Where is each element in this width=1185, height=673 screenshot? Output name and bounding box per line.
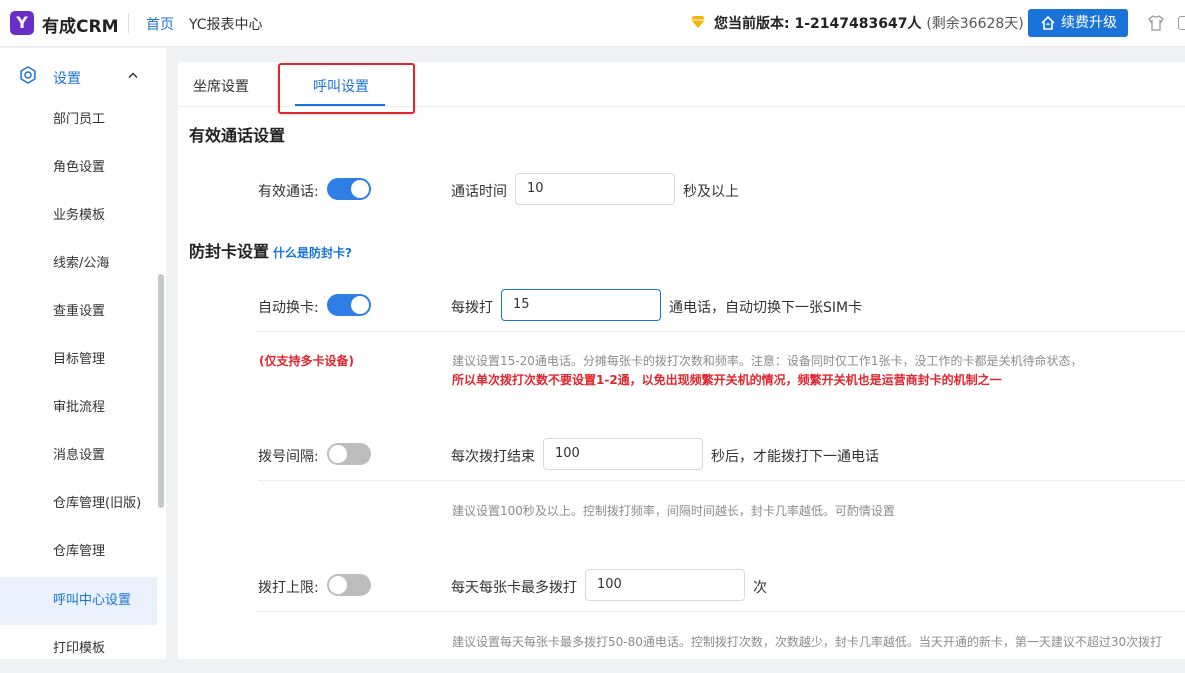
auto-switch-hint: 建议设置15-20通电话。分摊每张卡的拨打次数和频率。注意：设备同时仅工作1张卡… bbox=[452, 354, 1083, 368]
top-bar: Y 有成CRM 首页 YC报表中心 您当前版本: 1-2147483647人 (… bbox=[0, 0, 1185, 47]
anti-block-section-title: 防封卡设置 什么是防封卡? bbox=[189, 238, 352, 262]
toggle-knob bbox=[351, 180, 369, 198]
version-label: 您当前版本: 1-2147483647人 bbox=[714, 16, 922, 32]
main-panel: 坐席设置 呼叫设置 有效通话设置 有效通话: 通话时间 10 秒及以上 防封卡设… bbox=[178, 62, 1185, 659]
call-duration-suffix: 秒及以上 bbox=[683, 184, 739, 200]
toggle-knob bbox=[329, 576, 347, 594]
dial-interval-toggle[interactable] bbox=[327, 443, 371, 465]
divider bbox=[258, 611, 1185, 612]
dial-limit-input[interactable]: 100 bbox=[585, 569, 745, 601]
auto-switch-count-input[interactable]: 15 bbox=[501, 289, 661, 321]
valid-call-toggle[interactable] bbox=[327, 178, 371, 200]
skin-icon[interactable] bbox=[1147, 14, 1165, 32]
dial-interval-hint: 建议设置100秒及以上。控制拨打频率，间隔时间越长，封卡几率越低。可酌情设置 bbox=[452, 504, 895, 518]
sidebar-item-role-settings[interactable]: 角色设置 bbox=[0, 144, 157, 192]
dial-interval-label: 拨号间隔: bbox=[258, 449, 319, 465]
sidebar-item-duplicate-check[interactable]: 查重设置 bbox=[0, 288, 157, 336]
sidebar-section-settings[interactable]: 设置 bbox=[0, 60, 166, 96]
dial-limit-hint: 建议设置每天每张卡最多拨打50-80通电话。控制拨打次数，次数越少，封卡几率越低… bbox=[452, 635, 1163, 649]
nav-home-link[interactable]: 首页 bbox=[146, 14, 174, 34]
dial-interval-suffix: 秒后，才能拨打下一通电话 bbox=[711, 449, 879, 465]
auto-switch-toggle[interactable] bbox=[327, 294, 371, 316]
auto-switch-label: 自动换卡: bbox=[258, 300, 319, 316]
dial-interval-prefix: 每次拨打结束 bbox=[451, 449, 535, 465]
sidebar-item-call-center-settings[interactable]: 呼叫中心设置 bbox=[0, 577, 157, 625]
dial-limit-label: 拨打上限: bbox=[258, 580, 319, 596]
sidebar-item-warehouse[interactable]: 仓库管理 bbox=[0, 528, 157, 576]
call-duration-input[interactable]: 10 bbox=[515, 173, 675, 205]
valid-call-section-title: 有效通话设置 bbox=[189, 126, 286, 145]
sidebar-item-leads-pool[interactable]: 线索/公海 bbox=[0, 240, 157, 288]
diamond-icon bbox=[691, 16, 705, 28]
upgrade-home-icon bbox=[1041, 15, 1055, 30]
dial-limit-suffix: 次 bbox=[753, 580, 767, 596]
multi-card-only-note: (仅支持多卡设备) bbox=[259, 354, 354, 368]
sidebar-item-warehouse-old[interactable]: 仓库管理(旧版) bbox=[0, 480, 157, 528]
what-is-anti-block-link[interactable]: 什么是防封卡? bbox=[273, 246, 352, 260]
divider bbox=[258, 331, 1185, 332]
version-remain: (剩余36628天) bbox=[926, 16, 1024, 32]
highlight-annotation-box bbox=[278, 63, 415, 114]
sidebar-item-target-management[interactable]: 目标管理 bbox=[0, 336, 157, 384]
sidebar-scrollbar[interactable] bbox=[158, 274, 164, 508]
sidebar-item-print-template[interactable]: 打印模板 bbox=[0, 625, 157, 673]
call-duration-prefix: 通话时间 bbox=[451, 184, 507, 200]
toggle-knob bbox=[351, 296, 369, 314]
brand-name[interactable]: 有成CRM bbox=[42, 12, 118, 37]
sidebar-item-approval-flow[interactable]: 审批流程 bbox=[0, 384, 157, 432]
anti-block-title-text: 防封卡设置 bbox=[189, 242, 270, 261]
sidebar-item-business-template[interactable]: 业务模板 bbox=[0, 192, 157, 240]
sidebar-section-label: 设置 bbox=[53, 71, 81, 87]
logo-icon[interactable]: Y bbox=[10, 11, 34, 35]
version-info: 您当前版本: 1-2147483647人 (剩余36628天) bbox=[714, 13, 1024, 33]
divider bbox=[258, 480, 1185, 481]
sidebar-item-message-settings[interactable]: 消息设置 bbox=[0, 432, 157, 480]
tab-agent-settings[interactable]: 坐席设置 bbox=[193, 76, 249, 96]
valid-call-toggle-label: 有效通话: bbox=[258, 184, 319, 200]
dial-interval-input[interactable]: 100 bbox=[543, 438, 703, 470]
more-icon[interactable] bbox=[1178, 16, 1185, 30]
auto-switch-warning: 所以单次拨打次数不要设置1-2通，以免出现频繁开关机的情况，频繁开关机也是运营商… bbox=[452, 373, 1002, 387]
toggle-knob bbox=[329, 445, 347, 463]
gear-icon bbox=[20, 66, 36, 84]
auto-switch-prefix: 每拨打 bbox=[451, 300, 493, 316]
chevron-up-icon bbox=[128, 72, 138, 78]
auto-switch-suffix: 通电话，自动切换下一张SIM卡 bbox=[669, 300, 863, 316]
dial-limit-prefix: 每天每张卡最多拨打 bbox=[451, 580, 577, 596]
upgrade-label: 续费升级 bbox=[1061, 15, 1117, 31]
sidebar-item-department-staff[interactable]: 部门员工 bbox=[0, 96, 157, 144]
dial-limit-toggle[interactable] bbox=[327, 574, 371, 596]
divider bbox=[128, 13, 129, 33]
sidebar: 设置 部门员工 角色设置 业务模板 线索/公海 查重设置 目标管理 审批流程 消… bbox=[0, 48, 166, 659]
nav-report-center-link[interactable]: YC报表中心 bbox=[189, 14, 263, 34]
